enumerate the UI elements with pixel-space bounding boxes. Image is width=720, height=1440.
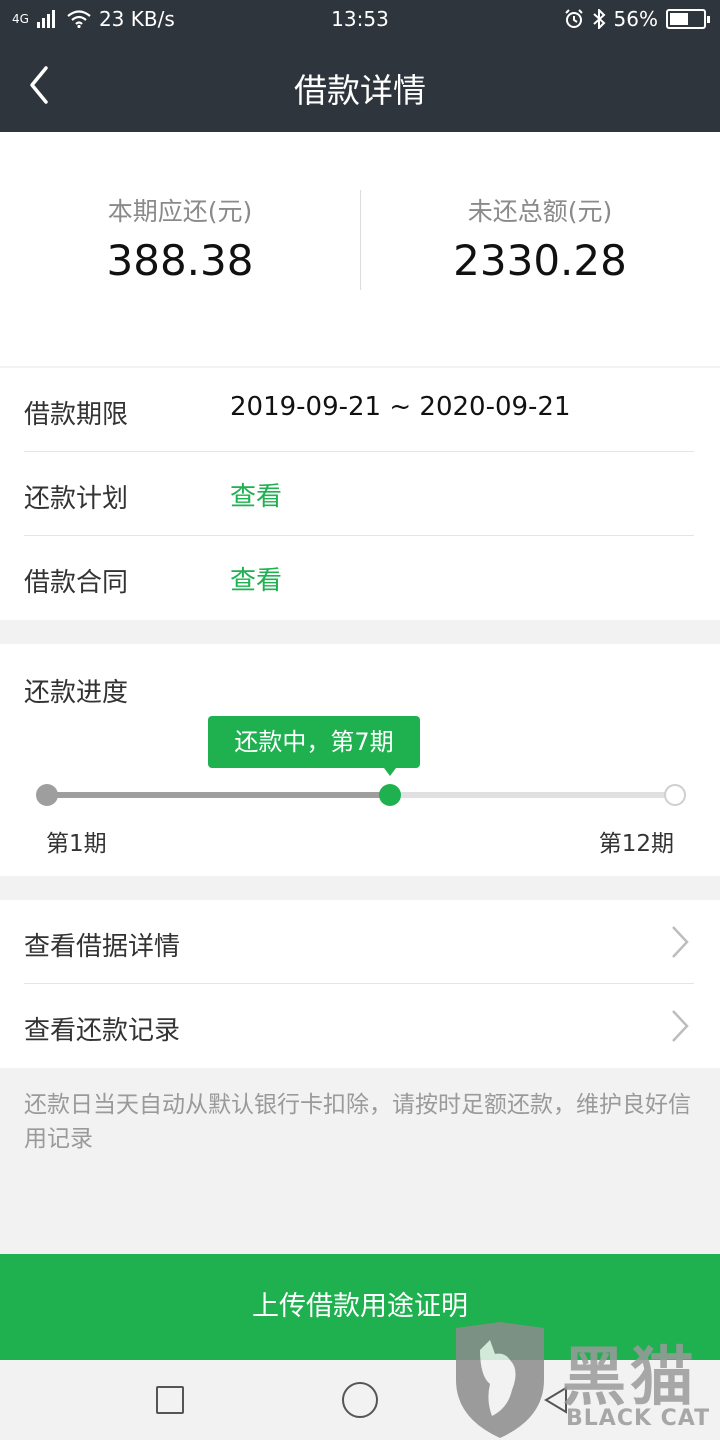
current-due-block: 本期应还(元) 388.38 — [0, 192, 360, 285]
progress-tooltip: 还款中，第7期 — [208, 716, 420, 776]
status-bar: 4G 23 KB/s 13:53 56% — [0, 0, 720, 38]
outstanding-total-amount: 2330.28 — [453, 236, 627, 285]
cat-shield-logo-icon — [456, 1322, 544, 1438]
watermark-en-text: BLACK CAT — [566, 1406, 711, 1431]
loan-term-label: 借款期限 — [24, 400, 129, 430]
progress-start-label: 第1期 — [46, 831, 107, 857]
progress-start-dot — [36, 784, 58, 806]
page-title: 借款详情 — [294, 71, 426, 110]
nav-bar: 借款详情 — [0, 38, 720, 132]
repayment-progress: 还款进度 还款中，第7期 第1期 第12期 — [0, 644, 720, 876]
repayment-plan-row: 还款计划 查看 — [24, 452, 694, 536]
repayment-records-label: 查看还款记录 — [24, 1016, 181, 1046]
loan-contract-row: 借款合同 查看 — [24, 536, 694, 620]
outstanding-total-label: 未还总额(元) — [467, 197, 613, 226]
repayment-plan-view-link[interactable]: 查看 — [230, 476, 282, 513]
progress-end-dot — [664, 784, 686, 806]
battery-icon — [666, 9, 710, 29]
status-right: 56% — [564, 7, 710, 31]
current-due-label: 本期应还(元) — [107, 197, 253, 226]
progress-current-dot — [378, 784, 401, 806]
black-cat-watermark: 黑猫 BLACK CAT — [450, 1320, 720, 1440]
iou-details-label: 查看借据详情 — [24, 932, 181, 962]
battery-fill — [670, 13, 688, 25]
outstanding-total-block: 未还总额(元) 2330.28 — [360, 192, 720, 285]
bluetooth-icon — [592, 9, 605, 29]
recent-apps-icon[interactable] — [156, 1386, 184, 1414]
loan-contract-label: 借款合同 — [24, 568, 129, 598]
repayment-plan-label: 还款计划 — [24, 484, 129, 514]
progress-end-label: 第12期 — [598, 831, 674, 857]
iou-details-row[interactable]: 查看借据详情 — [24, 900, 694, 984]
loan-contract-view-link[interactable]: 查看 — [230, 560, 282, 597]
chevron-right-icon — [672, 1010, 689, 1042]
alarm-icon — [564, 9, 583, 28]
loan-term-row: 借款期限 2019-09-21 ~ 2020-09-21 — [24, 368, 694, 452]
auto-debit-notice: 还款日当天自动从默认银行卡扣除，请按时足额还款，维护良好信用记录 — [24, 1092, 691, 1152]
home-icon[interactable] — [342, 1382, 378, 1418]
loan-info-list: 借款期限 2019-09-21 ~ 2020-09-21 还款计划 查看 借款合… — [0, 368, 720, 620]
progress-title: 还款进度 — [24, 678, 129, 708]
progress-track — [46, 792, 676, 798]
watermark-cn-text: 黑猫 — [562, 1341, 698, 1415]
repayment-records-row[interactable]: 查看还款记录 — [24, 984, 694, 1068]
repayment-summary: 本期应还(元) 388.38 未还总额(元) 2330.28 — [0, 132, 720, 366]
detail-links-list: 查看借据详情 查看还款记录 — [0, 900, 720, 1068]
progress-track-completed — [46, 792, 390, 798]
current-due-amount: 388.38 — [106, 236, 254, 285]
battery-percent: 56% — [613, 7, 658, 31]
chevron-right-icon — [672, 926, 689, 958]
loan-term-value: 2019-09-21 ~ 2020-09-21 — [230, 392, 571, 422]
